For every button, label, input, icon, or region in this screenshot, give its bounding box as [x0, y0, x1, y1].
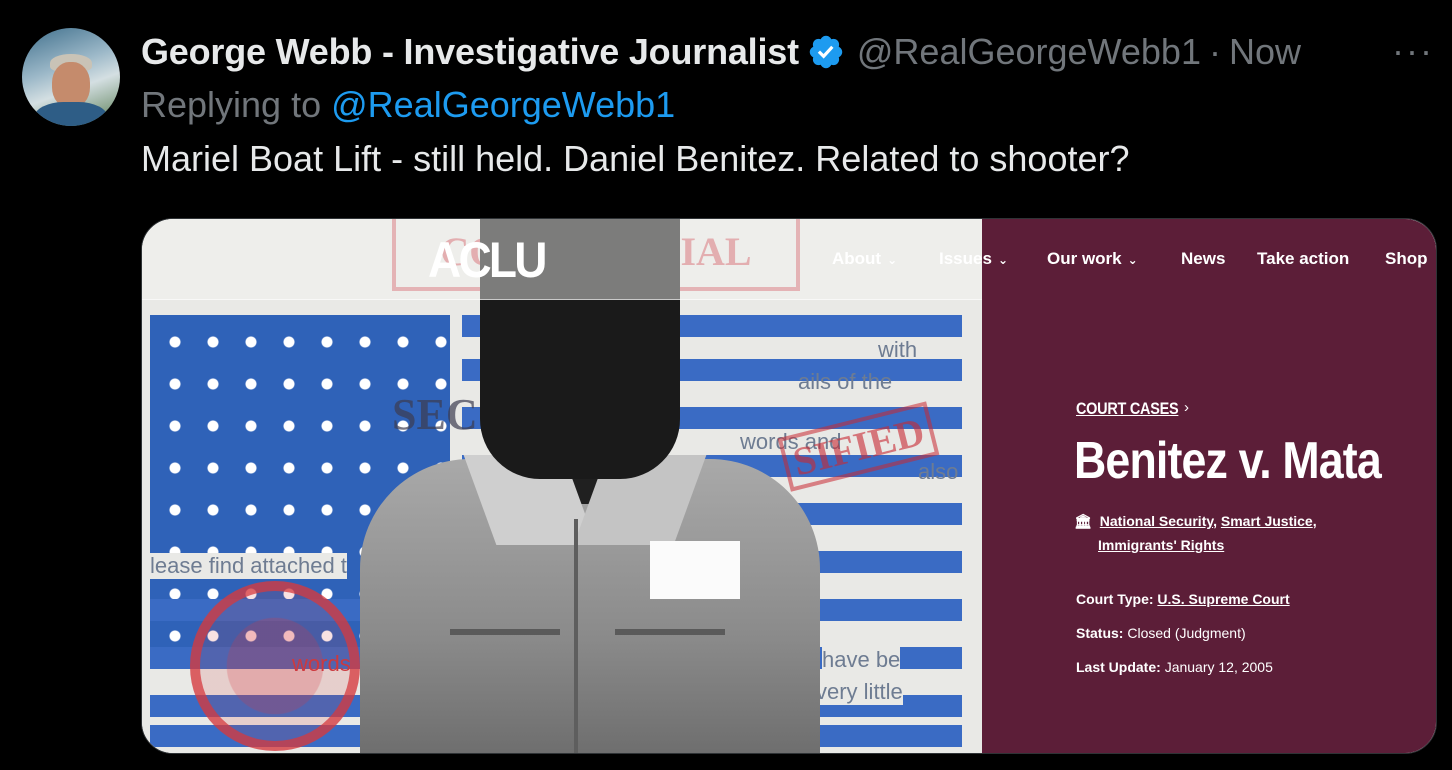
tweet-time[interactable]: Now — [1229, 31, 1301, 73]
court-type-row: Court Type: U.S. Supreme Court — [1076, 591, 1290, 607]
chevron-down-icon: ⌄ — [1127, 253, 1138, 267]
jumpsuit-zipper — [574, 519, 578, 753]
replying-prefix: Replying to — [141, 84, 322, 125]
separator-dot: · — [1208, 31, 1221, 72]
aclu-main-nav-news: News — [1181, 249, 1225, 269]
court-type-link[interactable]: U.S. Supreme Court — [1157, 591, 1289, 607]
courthouse-icon: 🏛 — [1074, 513, 1092, 529]
more-options-icon[interactable]: ··· — [1392, 30, 1434, 72]
verified-badge-icon — [809, 35, 843, 69]
pocket-right — [615, 629, 725, 635]
avatar-shirt — [34, 102, 108, 126]
last-update-label: Last Update: — [1076, 659, 1161, 675]
nav-about[interactable]: About ⌄ — [832, 249, 897, 269]
replying-to-link[interactable]: @RealGeorgeWebb1 — [331, 84, 675, 125]
chevron-down-icon: ⌄ — [887, 253, 898, 267]
tweet-header: George Webb - Investigative Journalist @… — [141, 28, 1301, 76]
nav-issues-label: Issues — [939, 249, 992, 268]
case-issues: 🏛 National Security, Smart Justice, Immig… — [1074, 513, 1317, 553]
nav-about-label: About — [832, 249, 882, 268]
nav-issues[interactable]: Issues ⌄ — [939, 249, 1008, 269]
doc-text-also: also — [918, 459, 959, 484]
breadcrumb-arrow-icon: › — [1184, 399, 1189, 416]
doc-text-with: with — [878, 337, 918, 362]
aclu-logo[interactable]: ACLU — [428, 231, 547, 289]
tweet-text: Mariel Boat Lift - still held. Daniel Be… — [141, 138, 1130, 179]
aclu-main-nav-shop: Shop — [1385, 249, 1428, 269]
tweet-media-image[interactable]: CONFIDENTIAL with ails of the words and … — [141, 218, 1437, 754]
author-avatar[interactable] — [22, 28, 120, 126]
case-title: Benitez v. Mata — [1074, 432, 1382, 490]
aclu-main-nav-issues: Issues ⌄ — [939, 249, 1008, 269]
replying-to: Replying to @RealGeorgeWebb1 — [141, 84, 675, 126]
nav-our-work[interactable]: Our work ⌄ — [1047, 249, 1138, 269]
nav-news[interactable]: News — [1181, 249, 1225, 269]
aclu-main-nav: About ⌄ — [832, 249, 897, 269]
issue-national-security[interactable]: National Security — [1100, 513, 1213, 529]
breadcrumb-court-cases[interactable]: COURT CASES — [1076, 399, 1179, 419]
author-name[interactable]: George Webb - Investigative Journalist — [141, 31, 799, 73]
nav-our-work-label: Our work — [1047, 249, 1122, 268]
aclu-main-nav-ourwork: Our work ⌄ — [1047, 249, 1138, 269]
aclu-main-nav-takeaction: Take action — [1257, 249, 1349, 269]
doc-text-have: have be — [822, 647, 901, 673]
doc-text-please: lease find attached t — [150, 553, 347, 579]
pocket-left — [450, 629, 560, 635]
nav-shop[interactable]: Shop — [1385, 249, 1428, 269]
court-type-label: Court Type: — [1076, 591, 1154, 607]
author-handle[interactable]: @RealGeorgeWebb1 — [857, 31, 1201, 73]
official-seal — [190, 581, 360, 751]
issue-smart-justice[interactable]: Smart Justice — [1221, 513, 1313, 529]
last-update-row: Last Update: January 12, 2005 — [1076, 659, 1273, 675]
status-label: Status: — [1076, 625, 1124, 641]
nav-take-action[interactable]: Take action — [1257, 249, 1349, 269]
case-info-panel: COURT CASES › Benitez v. Mata 🏛 National … — [982, 299, 1436, 753]
last-update-value: January 12, 2005 — [1164, 659, 1273, 675]
issue-immigrants-rights[interactable]: Immigrants' Rights — [1098, 537, 1224, 553]
status-row: Status: Closed (Judgment) — [1076, 625, 1246, 641]
chevron-down-icon: ⌄ — [997, 253, 1008, 267]
name-tag — [650, 541, 740, 599]
status-value: Closed (Judgment) — [1127, 625, 1246, 641]
